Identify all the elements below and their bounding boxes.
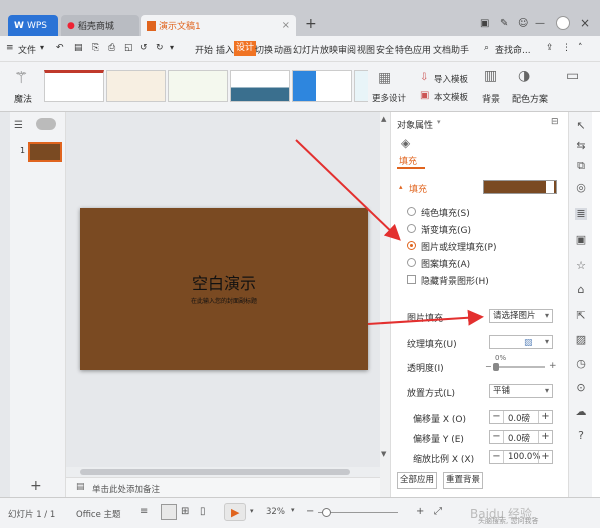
annotation-arrows bbox=[295, 139, 484, 326]
arrow-to-picture-select bbox=[367, 309, 484, 326]
arrow-to-picture-fill bbox=[295, 139, 401, 241]
